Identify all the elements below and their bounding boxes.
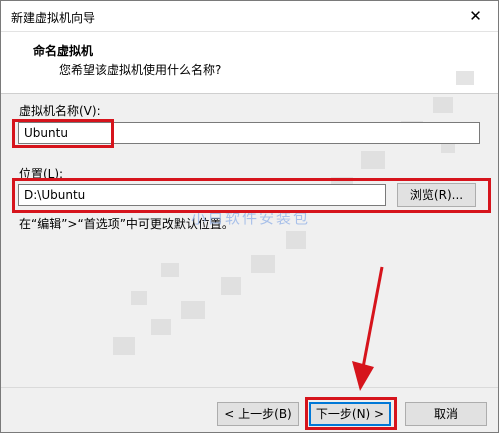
cancel-button[interactable]: 取消 <box>405 402 487 426</box>
wizard-header: 命名虚拟机 您希望该虚拟机使用什么名称? <box>1 32 498 94</box>
back-button[interactable]: < 上一步(B) <box>217 402 299 426</box>
new-vm-wizard-window: 新建虚拟机向导 ✕ 命名虚拟机 您希望该虚拟机使用什么名称? 虚拟机名称(V):… <box>0 0 499 433</box>
window-title: 新建虚拟机向导 <box>11 11 96 25</box>
red-arrow-icon <box>352 266 384 391</box>
title-bar: 新建虚拟机向导 ✕ <box>1 1 498 32</box>
next-button[interactable]: 下一步(N) > <box>309 402 391 426</box>
location-label: 位置(L): <box>19 167 64 181</box>
page-subtitle: 您希望该虚拟机使用什么名称? <box>59 63 222 77</box>
browse-button[interactable]: 浏览(R)... <box>397 183 476 207</box>
close-icon[interactable]: ✕ <box>453 1 498 31</box>
location-input[interactable] <box>18 184 386 206</box>
watermark-text: 小白软件安装包 <box>191 209 311 227</box>
vm-name-label: 虚拟机名称(V): <box>19 104 101 118</box>
footer-divider <box>1 387 498 388</box>
vm-name-input[interactable] <box>18 122 480 144</box>
page-title: 命名虚拟机 <box>33 44 94 58</box>
